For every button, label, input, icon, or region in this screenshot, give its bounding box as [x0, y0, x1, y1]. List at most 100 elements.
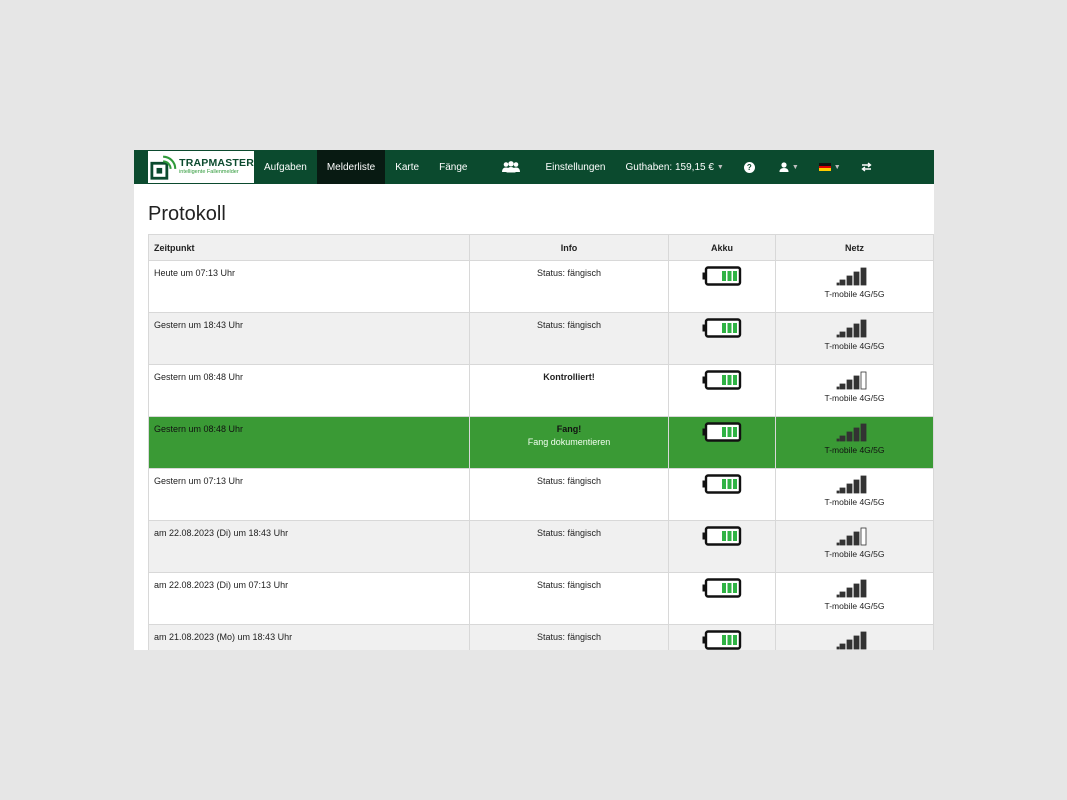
nav-karte[interactable]: Karte	[385, 150, 429, 184]
signal-bar	[839, 279, 845, 286]
nav-faenge[interactable]: Fänge	[429, 150, 477, 184]
battery-level-segment	[722, 427, 726, 437]
signal-icon	[836, 267, 866, 286]
nav-user-menu[interactable]: ▼	[765, 150, 809, 184]
brand-subtitle: intelligente Fallenmelder	[179, 169, 239, 175]
cell-info: Status: fängisch	[469, 572, 669, 625]
signal-bar	[836, 594, 839, 598]
nav-switch[interactable]	[851, 150, 882, 184]
signal-bar	[860, 267, 866, 286]
battery-icon	[702, 318, 742, 338]
status-text: Status: fängisch	[536, 632, 602, 642]
signal-bar	[860, 319, 866, 338]
brand-logo[interactable]: TRAPMASTER intelligente Fallenmelder	[148, 151, 254, 183]
cell-akku	[668, 260, 776, 313]
signal-bar	[839, 591, 845, 598]
cell-akku	[668, 572, 776, 625]
brand-title: TRAPMASTER	[179, 157, 254, 169]
users-icon	[502, 161, 521, 173]
battery-level-segment	[733, 531, 737, 541]
signal-bar	[853, 635, 859, 650]
header-info[interactable]: Info	[469, 234, 669, 261]
table-row[interactable]: Gestern um 08:48 Uhr Kontrolliert! T-mobil…	[148, 364, 934, 417]
battery-icon	[702, 370, 742, 390]
cell-zeitpunkt: am 22.08.2023 (Di) um 07:13 Uhr	[148, 572, 470, 625]
network-label: T-mobile 4G/5G	[824, 445, 885, 455]
battery-level-segment	[733, 583, 737, 593]
signal-icon	[836, 371, 866, 390]
document-catch-link[interactable]: Fang dokumentieren	[471, 437, 667, 447]
cell-netz: T-mobile 4G/5G	[775, 468, 934, 521]
header-netz[interactable]: Netz	[775, 234, 934, 261]
table-row[interactable]: Gestern um 18:43 Uhr Status: fängisch T-mo…	[148, 312, 934, 365]
battery-level-segment	[733, 323, 737, 333]
signal-bar	[860, 527, 866, 546]
timestamp-text: Gestern um 18:43 Uhr	[154, 320, 244, 330]
cell-netz: T-mobile 4G/5G	[775, 312, 934, 365]
timestamp-text: Heute um 07:13 Uhr	[154, 268, 236, 278]
signal-bar	[839, 487, 845, 494]
navbar: TRAPMASTER intelligente Fallenmelder Auf…	[134, 150, 934, 184]
cell-zeitpunkt: Gestern um 18:43 Uhr	[148, 312, 470, 365]
timestamp-text: Gestern um 08:48 Uhr	[154, 372, 244, 382]
table-row[interactable]: Gestern um 07:13 Uhr Status: fängisch T-mo…	[148, 468, 934, 521]
table-row[interactable]: Gestern um 08:48 Uhr Fang! Fang dokumentie…	[148, 416, 934, 469]
status-text: Status: fängisch	[536, 320, 602, 330]
battery-level-segment	[733, 479, 737, 489]
cell-netz: T-mobile 4G/5G	[775, 260, 934, 313]
nav-language[interactable]: ▼	[809, 150, 851, 184]
timestamp-text: Gestern um 07:13 Uhr	[154, 476, 244, 486]
signal-icon	[836, 631, 866, 650]
battery-icon	[702, 266, 742, 286]
signal-bar	[839, 435, 845, 442]
help-icon: ?	[743, 161, 755, 173]
table-row[interactable]: Heute um 07:13 Uhr Status: fängisch T-mobi…	[148, 260, 934, 313]
table-row[interactable]: am 22.08.2023 (Di) um 07:13 Uhr Status: f…	[148, 572, 934, 625]
nav-help[interactable]: ?	[734, 150, 765, 184]
nav-melderliste[interactable]: Melderliste	[316, 150, 386, 184]
signal-icon	[836, 527, 866, 546]
network-label: T-mobile 4G/5G	[824, 549, 885, 559]
timestamp-text: am 21.08.2023 (Mo) um 18:43 Uhr	[154, 632, 293, 642]
battery-level-segment	[733, 427, 737, 437]
switch-icon	[861, 162, 872, 172]
signal-bar	[836, 282, 839, 286]
flag-de-icon	[818, 163, 831, 172]
battery-level-segment	[722, 583, 726, 593]
header-zeitpunkt[interactable]: Zeitpunkt	[148, 234, 470, 261]
signal-bar	[860, 631, 866, 650]
header-akku[interactable]: Akku	[668, 234, 776, 261]
nav-einstellungen[interactable]: Einstellungen	[535, 150, 615, 184]
battery-level-segment	[727, 479, 732, 489]
app-window: TRAPMASTER intelligente Fallenmelder Auf…	[134, 150, 934, 650]
battery-level-segment	[722, 635, 726, 645]
cell-akku	[668, 520, 776, 573]
signal-bar	[839, 331, 845, 338]
nav-aufgaben[interactable]: Aufgaben	[254, 150, 317, 184]
status-text: Kontrolliert!	[543, 372, 595, 382]
signal-bar	[846, 327, 852, 338]
battery-level-segment	[727, 271, 732, 281]
signal-bar	[836, 438, 839, 442]
signal-bar	[836, 386, 839, 390]
chevron-down-icon: ▼	[791, 163, 799, 171]
signal-bar	[860, 423, 866, 442]
signal-bar	[846, 431, 852, 442]
battery-level-segment	[727, 323, 732, 333]
signal-bar	[846, 587, 852, 598]
battery-level-segment	[733, 635, 737, 645]
signal-bar	[836, 542, 839, 546]
table-row[interactable]: am 22.08.2023 (Di) um 18:43 Uhr Status: f…	[148, 520, 934, 573]
cell-netz: T-mobile 4G/5G	[775, 572, 934, 625]
signal-bar	[860, 579, 866, 598]
signal-icon	[836, 475, 866, 494]
battery-icon	[702, 474, 742, 494]
balance-label: Guthaben: 159,15 €	[625, 161, 714, 173]
table-row[interactable]: am 21.08.2023 (Mo) um 18:43 Uhr Status: f…	[148, 624, 934, 650]
status-text: Status: fängisch	[536, 268, 602, 278]
signal-bar	[839, 643, 845, 650]
protocol-table: Zeitpunkt Info Akku Netz Heute um 07:13 …	[148, 234, 934, 650]
battery-level-segment	[733, 271, 737, 281]
nav-guthaben[interactable]: Guthaben: 159,15 € ▼	[616, 150, 734, 184]
nav-users[interactable]	[477, 150, 535, 184]
